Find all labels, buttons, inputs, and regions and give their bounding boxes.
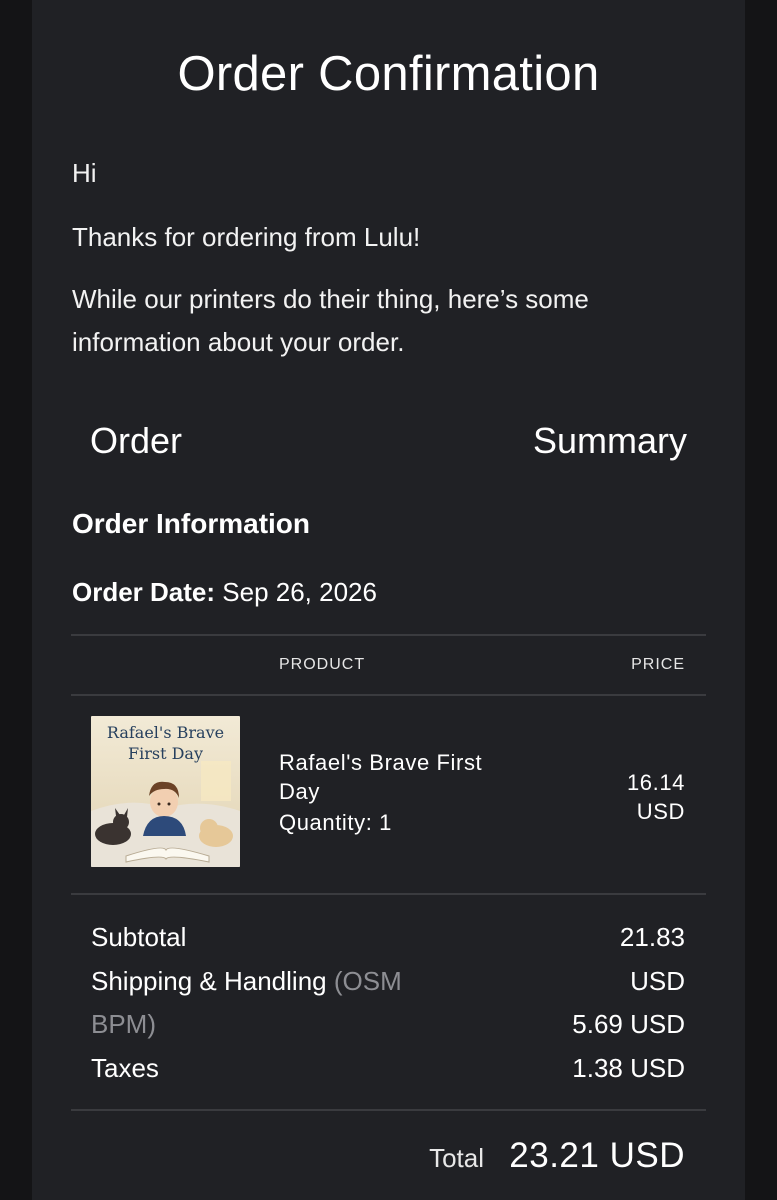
divider xyxy=(71,893,706,895)
shipping-label: Shipping & Handling xyxy=(91,965,327,996)
thanks-text: Thanks for ordering from Lulu! xyxy=(72,222,421,252)
order-date: Order Date: Sep 26, 2026 xyxy=(72,577,377,608)
order-date-value: Sep 26, 2026 xyxy=(222,577,377,607)
quantity-label: Quantity: xyxy=(279,810,373,835)
info-text: While our printers do their thing, here’… xyxy=(72,284,589,357)
totals-values: 21.83 USD 5.69 USD 1.38 USD xyxy=(485,916,685,1090)
shipping-line: Shipping & Handling (OSM BPM) xyxy=(91,960,461,1047)
divider xyxy=(71,634,706,636)
greeting-text: Hi xyxy=(72,158,97,188)
page-title: Order Confirmation xyxy=(177,47,600,101)
taxes-label: Taxes xyxy=(91,1052,159,1083)
book-cover-title: Rafael's Brave First Day xyxy=(106,723,225,763)
order-information-heading: Order Information xyxy=(72,508,311,539)
product-price: 16.14 USD xyxy=(626,770,685,824)
email-card: Order Confirmation Hi Thanks for orderin… xyxy=(32,0,745,1200)
taxes-value: 1.38 USD xyxy=(572,1052,685,1083)
book-cover-thumbnail[interactable]: Rafael's Brave First Day xyxy=(91,716,240,867)
divider xyxy=(71,1109,706,1111)
total-value: 23.21 USD xyxy=(509,1136,685,1175)
product-quantity: Quantity: 1 xyxy=(279,810,392,836)
column-header-product: PRODUCT xyxy=(279,656,366,673)
totals-labels: Subtotal Shipping & Handling (OSM BPM) T… xyxy=(91,916,491,1090)
product-name[interactable]: Rafael's Brave First Day xyxy=(279,748,529,806)
summary-heading-right: Summary xyxy=(532,420,687,461)
subtotal-value: 21.83 USD xyxy=(619,922,685,996)
summary-heading-left: Order xyxy=(90,420,183,461)
total-label: Total xyxy=(429,1143,484,1173)
subtotal-label: Subtotal xyxy=(91,922,187,952)
order-date-label: Order Date: xyxy=(72,577,216,607)
divider xyxy=(71,694,706,696)
shipping-value: 5.69 USD xyxy=(572,1009,685,1039)
quantity-value: 1 xyxy=(379,810,393,835)
column-header-price: PRICE xyxy=(631,656,685,673)
